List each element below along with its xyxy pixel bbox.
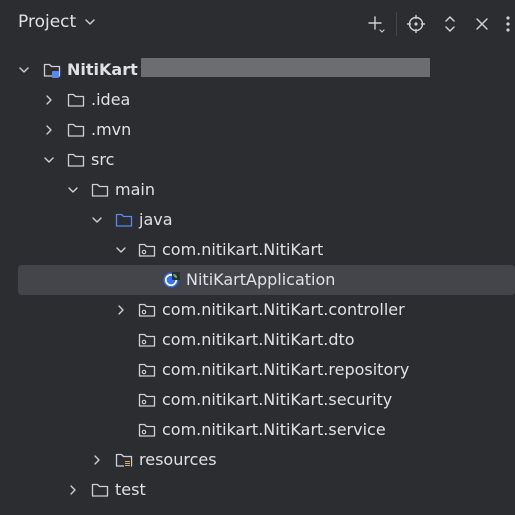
package-icon	[138, 331, 156, 349]
tree-node-java[interactable]: java	[0, 205, 515, 235]
chevron-right-icon[interactable]	[43, 124, 55, 136]
tree-node-package-root[interactable]: com.nitikart.NitiKart	[0, 235, 515, 265]
chevron-right-icon[interactable]	[91, 454, 103, 466]
package-icon	[138, 391, 156, 409]
expand-collapse-icon	[445, 16, 455, 32]
tree-node-label: com.nitikart.NitiKart.security	[162, 390, 393, 409]
expand-collapse-button[interactable]	[438, 12, 462, 36]
tree-node-main[interactable]: main	[0, 175, 515, 205]
chevron-down-icon[interactable]	[18, 64, 30, 76]
chevron-down-icon	[84, 16, 96, 28]
tree-node-package-repository[interactable]: com.nitikart.NitiKart.repository	[0, 355, 515, 385]
project-view-selector[interactable]: Project	[18, 12, 96, 32]
add-button[interactable]	[364, 12, 388, 36]
options-menu-button[interactable]	[500, 12, 515, 36]
tree-node-label: NitiKartApplication	[186, 270, 336, 289]
tree-node-label: com.nitikart.NitiKart	[162, 240, 324, 259]
tree-node-idea[interactable]: .idea	[0, 85, 515, 115]
select-opened-file-button[interactable]	[404, 12, 428, 36]
tree-node-nitikart-application[interactable]: NitiKartApplication	[18, 265, 515, 295]
tree-node-label: .mvn	[91, 120, 132, 139]
chevron-down-icon[interactable]	[115, 244, 127, 256]
package-icon	[138, 241, 156, 259]
tree-node-mvn[interactable]: .mvn	[0, 115, 515, 145]
tree-node-label: test	[115, 480, 146, 499]
tree-node-label: src	[91, 150, 115, 169]
more-icon	[505, 16, 510, 32]
folder-icon	[91, 481, 109, 499]
source-folder-icon	[115, 211, 133, 229]
tree-node-label: java	[139, 210, 173, 229]
chevron-down-icon[interactable]	[67, 184, 79, 196]
tree-node-resources[interactable]: resources	[0, 445, 515, 475]
tool-window-title: Project	[18, 12, 77, 32]
tree-node-label: com.nitikart.NitiKart.service	[162, 420, 386, 439]
project-tool-window: Project NitiKart .idea .mvn src main jav…	[0, 0, 515, 515]
tree-node-test[interactable]: test	[0, 475, 515, 505]
add-icon	[368, 16, 385, 33]
tree-node-src[interactable]: src	[0, 145, 515, 175]
folder-icon	[67, 91, 85, 109]
folder-icon	[67, 121, 85, 139]
close-icon	[476, 18, 488, 30]
locate-icon	[406, 14, 426, 34]
folder-icon	[67, 151, 85, 169]
tree-node-package-security[interactable]: com.nitikart.NitiKart.security	[0, 385, 515, 415]
chevron-right-icon[interactable]	[67, 484, 79, 496]
resources-folder-icon	[115, 451, 133, 469]
toolbar-separator	[396, 12, 397, 36]
package-icon	[138, 361, 156, 379]
tool-window-header: Project	[0, 0, 515, 48]
tree-node-package-dto[interactable]: com.nitikart.NitiKart.dto	[0, 325, 515, 355]
tree-node-label: NitiKart	[67, 60, 138, 79]
folder-icon	[91, 181, 109, 199]
tree-node-label: com.nitikart.NitiKart.controller	[162, 300, 405, 319]
tree-node-label: com.nitikart.NitiKart.repository	[162, 360, 410, 379]
tree-node-package-service[interactable]: com.nitikart.NitiKart.service	[0, 415, 515, 445]
tree-node-package-controller[interactable]: com.nitikart.NitiKart.controller	[0, 295, 515, 325]
redacted-path	[141, 58, 430, 77]
tree-node-nitikart[interactable]: NitiKart	[0, 55, 515, 85]
tree-node-label: main	[115, 180, 155, 199]
chevron-right-icon[interactable]	[43, 94, 55, 106]
tree-node-label: resources	[139, 450, 217, 469]
chevron-right-icon[interactable]	[115, 304, 127, 316]
chevron-down-icon[interactable]	[91, 214, 103, 226]
hide-button[interactable]	[470, 12, 494, 36]
tree-node-label: com.nitikart.NitiKart.dto	[162, 330, 355, 349]
tree-node-label: .idea	[91, 90, 131, 109]
spring-class-icon	[162, 271, 180, 289]
package-icon	[138, 421, 156, 439]
chevron-down-icon[interactable]	[43, 154, 55, 166]
module-icon	[43, 61, 61, 79]
package-icon	[138, 301, 156, 319]
